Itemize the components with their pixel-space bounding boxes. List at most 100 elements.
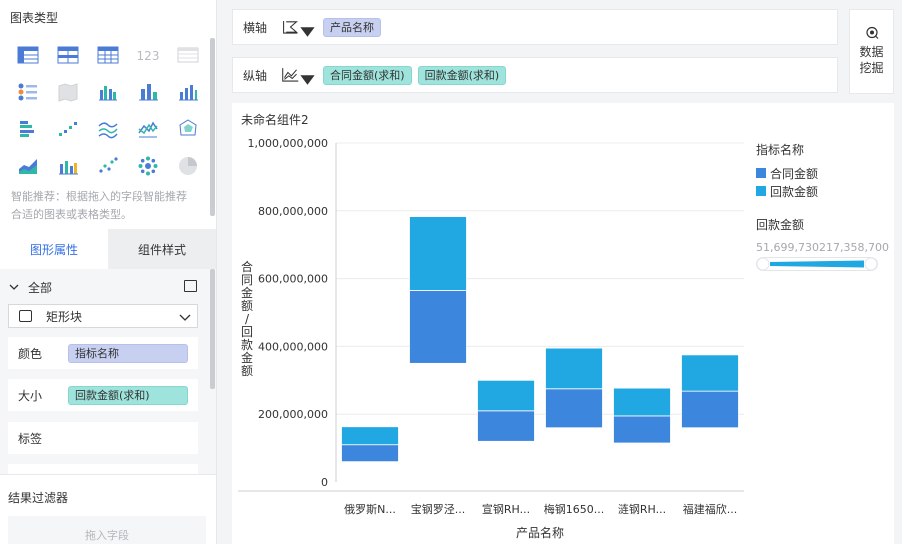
bar-contract — [613, 415, 671, 444]
chart-legend: 指标名称 合同金额 回款金额 回款金额 51,699,730 217,358,7… — [756, 141, 889, 274]
bar-contract — [341, 444, 399, 463]
app-root: 图表类型 123 智能推荐：根据拖入的字段智能推荐合适的图表或表格类型。 图形属… — [0, 0, 902, 544]
filter-drop-zone[interactable]: 拖入字段 — [8, 516, 206, 544]
y-tick-label: 800,000,000 — [258, 205, 328, 218]
grouped-bar-icon[interactable] — [88, 73, 128, 110]
result-filter-title: 结果过滤器 — [8, 491, 69, 505]
size-range-slider[interactable] — [756, 257, 878, 271]
x-tick-label: 梅钢1650... — [544, 502, 604, 516]
bar-payment — [477, 379, 535, 412]
properties-scrollbar[interactable] — [210, 269, 215, 389]
bar-contract — [477, 410, 535, 442]
smart-recommend-hint: 智能推荐：根据拖入的字段智能推荐合适的图表或表格类型。 — [11, 190, 187, 221]
chart-type-scrollbar[interactable] — [210, 38, 215, 216]
multi-line-icon[interactable] — [88, 110, 128, 147]
tag-property-row[interactable]: 标签 — [8, 422, 198, 454]
caret-down-icon — [300, 27, 315, 37]
all-group-toggle[interactable]: 全部 — [8, 277, 198, 297]
table-icon[interactable] — [8, 36, 48, 73]
size-range-handle-max — [864, 257, 878, 271]
column-chart-icon[interactable] — [128, 73, 168, 110]
legend-item-contract[interactable]: 合同金额 — [756, 164, 886, 182]
legend-item-payment[interactable]: 回款金额 — [756, 182, 886, 200]
x-axis-type-icon[interactable] — [281, 15, 317, 39]
chevron-down-icon — [9, 284, 19, 290]
y-axis-field-pill-payment[interactable]: 回款金额(求和) — [417, 65, 507, 85]
data-mining-label-1: 数据 — [859, 45, 884, 59]
shape-type-select[interactable]: 矩形块 — [8, 304, 198, 328]
y-axis-title-char: 回 — [241, 325, 253, 339]
next-property-row[interactable] — [8, 464, 198, 474]
pie-icon[interactable] — [168, 147, 208, 184]
x-axis-bar: 横轴 产品名称 — [232, 9, 838, 45]
square-icon[interactable] — [184, 280, 197, 292]
color-field-pill[interactable]: 指标名称 — [68, 343, 188, 363]
legend-swatch-contract — [756, 168, 766, 178]
bar-contract — [545, 388, 603, 429]
bar-payment — [545, 347, 603, 390]
legend-swatch-payment — [756, 186, 766, 196]
scatter-icon[interactable] — [88, 147, 128, 184]
size-range-max: 217,358,700 — [818, 241, 889, 254]
y-axis-title-char: 额 — [241, 364, 253, 378]
bubble-icon[interactable] — [128, 147, 168, 184]
legend-label-contract: 合同金额 — [770, 166, 819, 181]
y-axis-type-icon[interactable] — [281, 63, 317, 87]
indicator-list-icon[interactable] — [8, 73, 48, 110]
detail-table-icon[interactable] — [88, 36, 128, 73]
tab-graphic-properties[interactable]: 图形属性 — [0, 229, 108, 269]
result-filter-section: 结果过滤器 拖入字段 — [0, 474, 216, 544]
data-mining-button[interactable]: 数据 挖掘 — [849, 9, 894, 94]
radar-icon[interactable] — [168, 110, 208, 147]
tag-label: 标签 — [18, 431, 43, 446]
x-axis-field-pill[interactable]: 产品名称 — [323, 17, 381, 37]
y-axis-field-pill-contract[interactable]: 合同金额(求和) — [323, 65, 412, 85]
x-axis-title: 产品名称 — [516, 525, 564, 540]
x-tick-label: 宣钢RH... — [482, 502, 530, 516]
chart-type-title: 图表类型 — [10, 11, 59, 25]
y-axis-title-char: 款 — [241, 338, 253, 352]
rectangle-shape-icon — [19, 310, 32, 322]
y-axis-title-char: 额 — [241, 299, 253, 313]
y-axis-title-char: 同 — [241, 273, 253, 287]
y-axis-title-char: 合 — [241, 259, 253, 274]
bar-contract — [409, 290, 467, 364]
bar-chart: 0 200,000,000 400,000,000 600,000,000 800,00… — [238, 137, 744, 540]
y-axis-title-char: 金 — [241, 350, 253, 365]
map-area-icon[interactable] — [48, 73, 88, 110]
legend-label-payment: 回款金额 — [770, 184, 819, 199]
graphic-properties-panel: 全部 矩形块 颜色 指标名称 大小 回款金额(求和) 标签 — [0, 269, 216, 474]
line-area-icon[interactable] — [128, 110, 168, 147]
bar-payment — [613, 387, 671, 417]
size-range-handle-min — [756, 257, 770, 271]
bar-contract — [681, 390, 739, 429]
size-field-pill[interactable]: 回款金额(求和) — [68, 385, 188, 405]
horizontal-bar-icon[interactable] — [8, 110, 48, 147]
data-mining-label-2: 挖掘 — [859, 61, 884, 75]
kpi-number-icon[interactable]: 123 — [128, 36, 168, 73]
x-tick-label: 俄罗斯N... — [344, 503, 396, 516]
y-axis-title-char: 金 — [241, 285, 253, 300]
chart-widget[interactable]: 未命名组件2 0 200,000,000 400,000,000 600,000,00… — [232, 103, 894, 544]
y-axis-label: 纵轴 — [243, 68, 268, 83]
y-tick-label: 1,000,000,000 — [248, 137, 328, 150]
all-label: 全部 — [28, 280, 53, 295]
shape-type-value: 矩形块 — [46, 309, 83, 324]
size-legend-title: 回款金额 — [756, 218, 805, 232]
column-chart-alt-icon[interactable] — [168, 73, 208, 110]
svg-text:123: 123 — [137, 49, 160, 63]
chart-type-grid: 123 — [8, 36, 208, 184]
area-chart-icon[interactable] — [8, 147, 48, 184]
cross-table-icon[interactable] — [48, 36, 88, 73]
x-tick-label: 宝钢罗泾... — [411, 502, 466, 516]
size-range-min: 51,699,730 — [756, 241, 819, 254]
scatter-step-icon[interactable] — [48, 110, 88, 147]
tab-component-style[interactable]: 组件样式 — [108, 229, 216, 269]
size-property-row: 大小 回款金额(求和) — [8, 379, 198, 411]
disabled-table-icon[interactable] — [168, 36, 208, 73]
data-mining-icon — [865, 26, 878, 39]
size-label: 大小 — [18, 388, 43, 403]
y-axis-title-char: / — [245, 312, 250, 326]
combo-chart-icon[interactable] — [48, 147, 88, 184]
y-tick-label: 0 — [321, 476, 328, 489]
